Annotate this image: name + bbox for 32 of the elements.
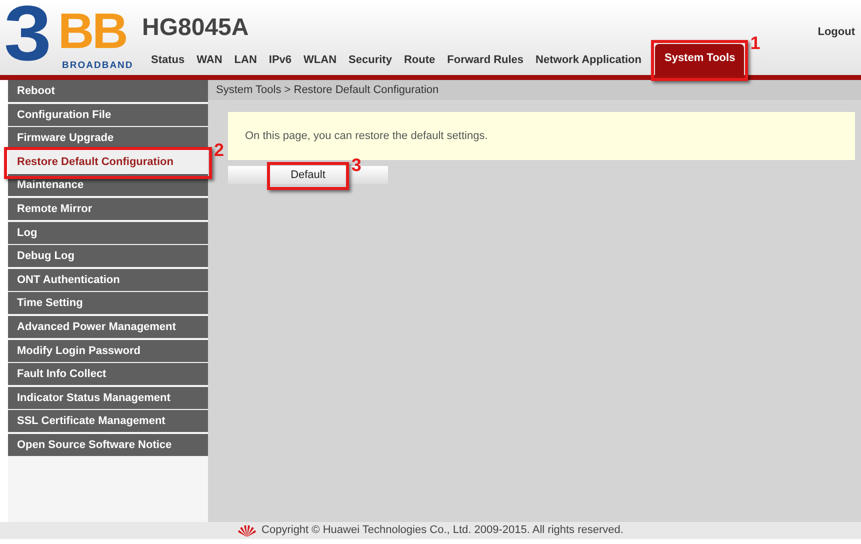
nav-tab[interactable]: WAN (190, 48, 228, 75)
sidebar-item[interactable]: Fault Info Collect (8, 363, 208, 386)
sidebar-item[interactable]: Advanced Power Management (8, 316, 208, 338)
nav-tab[interactable]: System Tools (655, 44, 744, 75)
sidebar-item[interactable]: Debug Log (8, 245, 208, 268)
logout-link[interactable]: Logout (818, 24, 855, 40)
breadcrumb: System Tools > Restore Default Configuration (208, 80, 861, 100)
sidebar-item[interactable]: Remote Mirror (8, 198, 208, 220)
nav-tab[interactable]: Network Application (530, 48, 648, 75)
device-title: HG8045A (142, 16, 249, 40)
sidebar-item[interactable]: Modify Login Password (8, 340, 208, 362)
sidebar-item[interactable]: Indicator Status Management (8, 386, 208, 409)
annotation-number: 1 (750, 34, 760, 52)
sidebar-item[interactable]: Open Source Software Notice (8, 434, 208, 456)
sidebar-item[interactable]: Reboot (8, 80, 208, 102)
nav-tab[interactable]: Status (145, 48, 191, 75)
nav-tab[interactable]: Route (398, 48, 442, 75)
logo-icon (238, 524, 256, 536)
nav-tab[interactable]: Forward Rules (441, 48, 530, 75)
nav-tab[interactable]: Security (342, 48, 398, 75)
sidebar-item[interactable]: Firmware Upgrade (8, 127, 208, 150)
sidebar-item[interactable]: Restore Default Configuration (8, 150, 208, 173)
nav-tab[interactable]: LAN (228, 48, 263, 75)
nav-tab[interactable]: IPv6 (262, 48, 298, 75)
nav-tab[interactable]: WLAN (298, 48, 343, 75)
annotation-number: 2 (214, 140, 224, 159)
sidebar-item[interactable]: SSL Certificate Management (8, 410, 208, 432)
sidebar-item[interactable]: ONT Authentication (8, 268, 208, 291)
sidebar-item[interactable]: Log (8, 222, 208, 244)
sidebar-item[interactable]: Configuration File (8, 104, 208, 126)
sidebar-item[interactable]: Time Setting (8, 292, 208, 314)
copyright-text: Copyright © Huawei Technologies Co., Ltd. 2009-2015. All rights reserved. (262, 523, 624, 538)
